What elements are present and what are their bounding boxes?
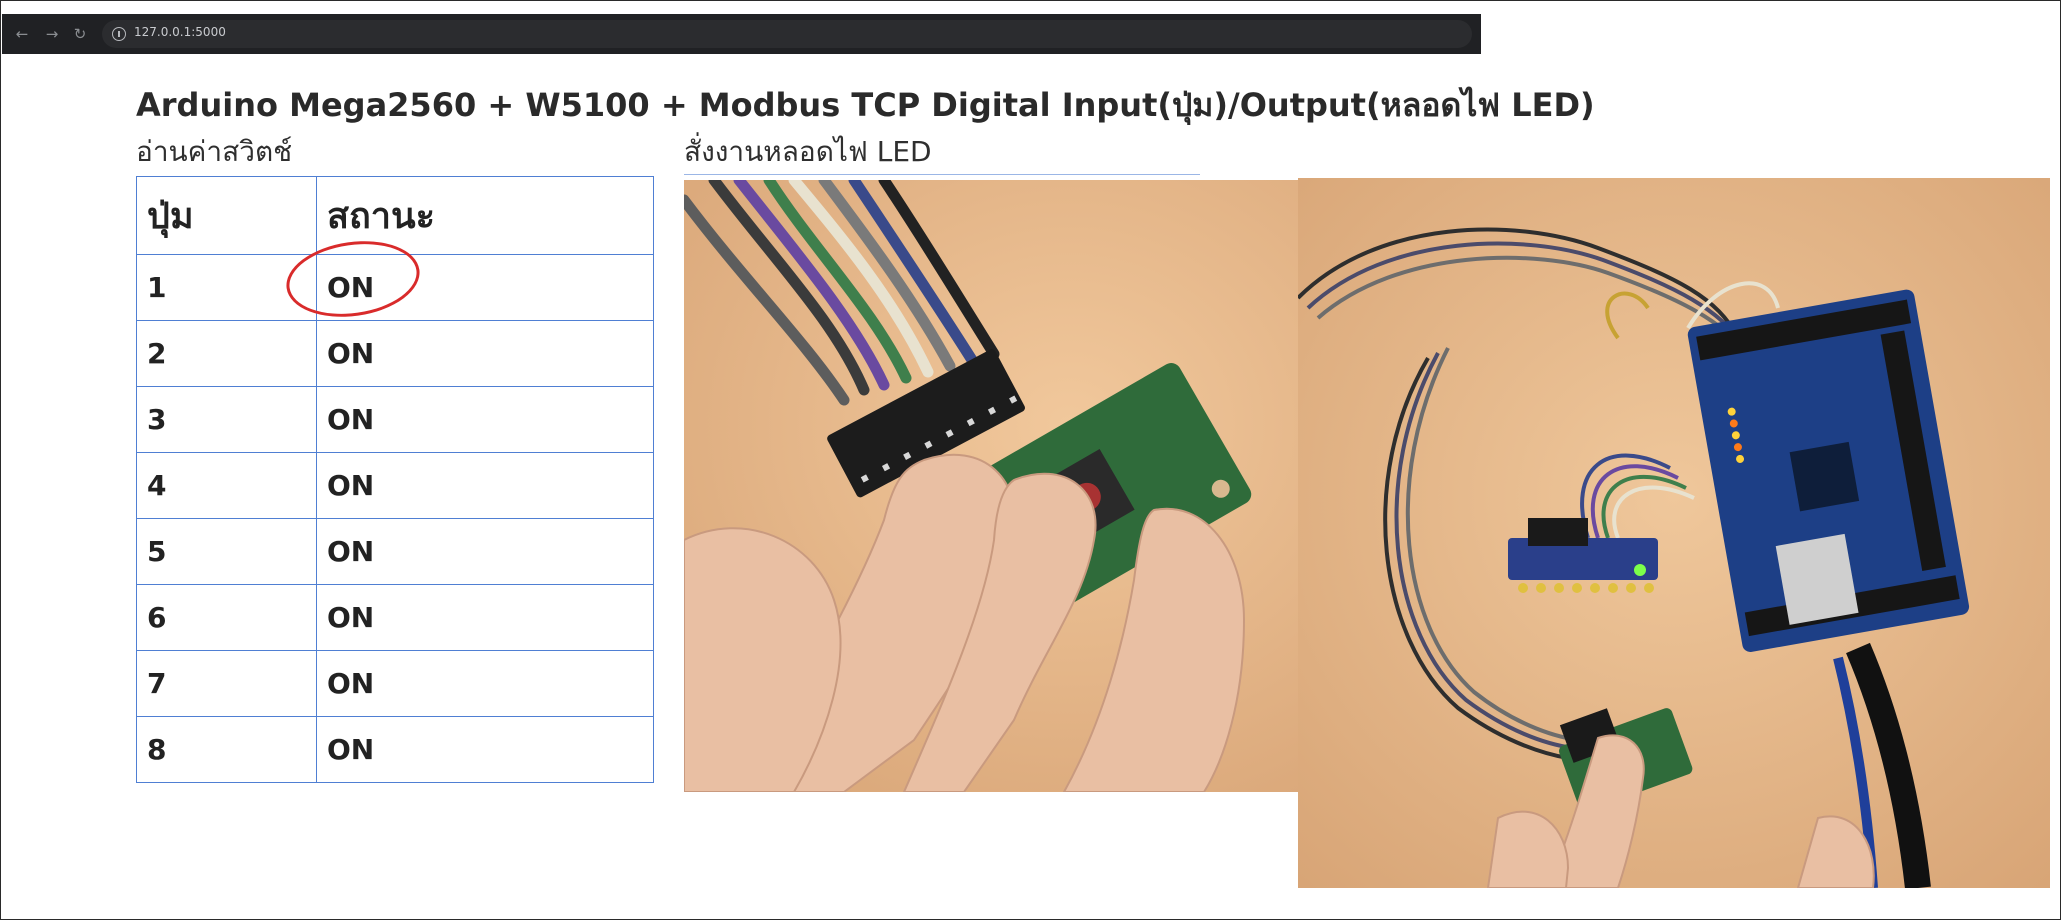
reload-icon: ↻ [73, 25, 87, 43]
button-number-cell: 5 [136, 518, 317, 585]
browser-toolbar: ← → ↻ 127.0.0.1:5000 [2, 14, 1481, 54]
led-control-table [684, 174, 1200, 178]
table-row: 8 ON [136, 716, 654, 783]
button-number-cell: 8 [136, 716, 317, 783]
status-cell: ON [316, 518, 654, 585]
status-cell: ON [316, 386, 654, 453]
button-number-cell: 4 [136, 452, 317, 519]
table-row: 5 ON [136, 518, 654, 585]
table-header-row: ปุ่ม สถานะ [136, 176, 654, 255]
table-row: 2 ON [136, 320, 654, 387]
forward-button[interactable]: → [40, 22, 64, 46]
address-bar[interactable] [102, 20, 1472, 48]
button-number-cell: 3 [136, 386, 317, 453]
arduino-setup-photo [1298, 178, 2050, 888]
column-header-button: ปุ่ม [136, 176, 317, 255]
reload-button[interactable]: ↻ [68, 22, 92, 46]
arrow-left-icon: ← [15, 25, 29, 43]
switch-module-photo-drawing [684, 180, 1384, 792]
status-cell: ON [316, 650, 654, 717]
table-row: 3 ON [136, 386, 654, 453]
status-cell: ON [316, 452, 654, 519]
status-cell: ON [316, 716, 654, 783]
status-cell: ON [316, 320, 654, 387]
button-number-cell: 7 [136, 650, 317, 717]
page-title: Arduino Mega2560 + W5100 + Modbus TCP Di… [136, 86, 1595, 124]
address-bar-url: 127.0.0.1:5000 [134, 25, 226, 39]
read-switch-heading: อ่านค่าสวิตช์ [136, 135, 293, 168]
table-row: 7 ON [136, 650, 654, 717]
table-row: 6 ON [136, 584, 654, 651]
button-number-cell: 6 [136, 584, 317, 651]
status-cell: ON [316, 584, 654, 651]
led-control-heading: สั่งงานหลอดไฟ LED [684, 135, 932, 168]
table-row: 4 ON [136, 452, 654, 519]
switch-module-photo [684, 180, 1384, 792]
arduino-setup-photo-drawing [1298, 178, 2050, 888]
arrow-right-icon: → [45, 25, 59, 43]
button-number-cell: 2 [136, 320, 317, 387]
site-info-icon[interactable] [112, 27, 126, 41]
back-button[interactable]: ← [10, 22, 34, 46]
